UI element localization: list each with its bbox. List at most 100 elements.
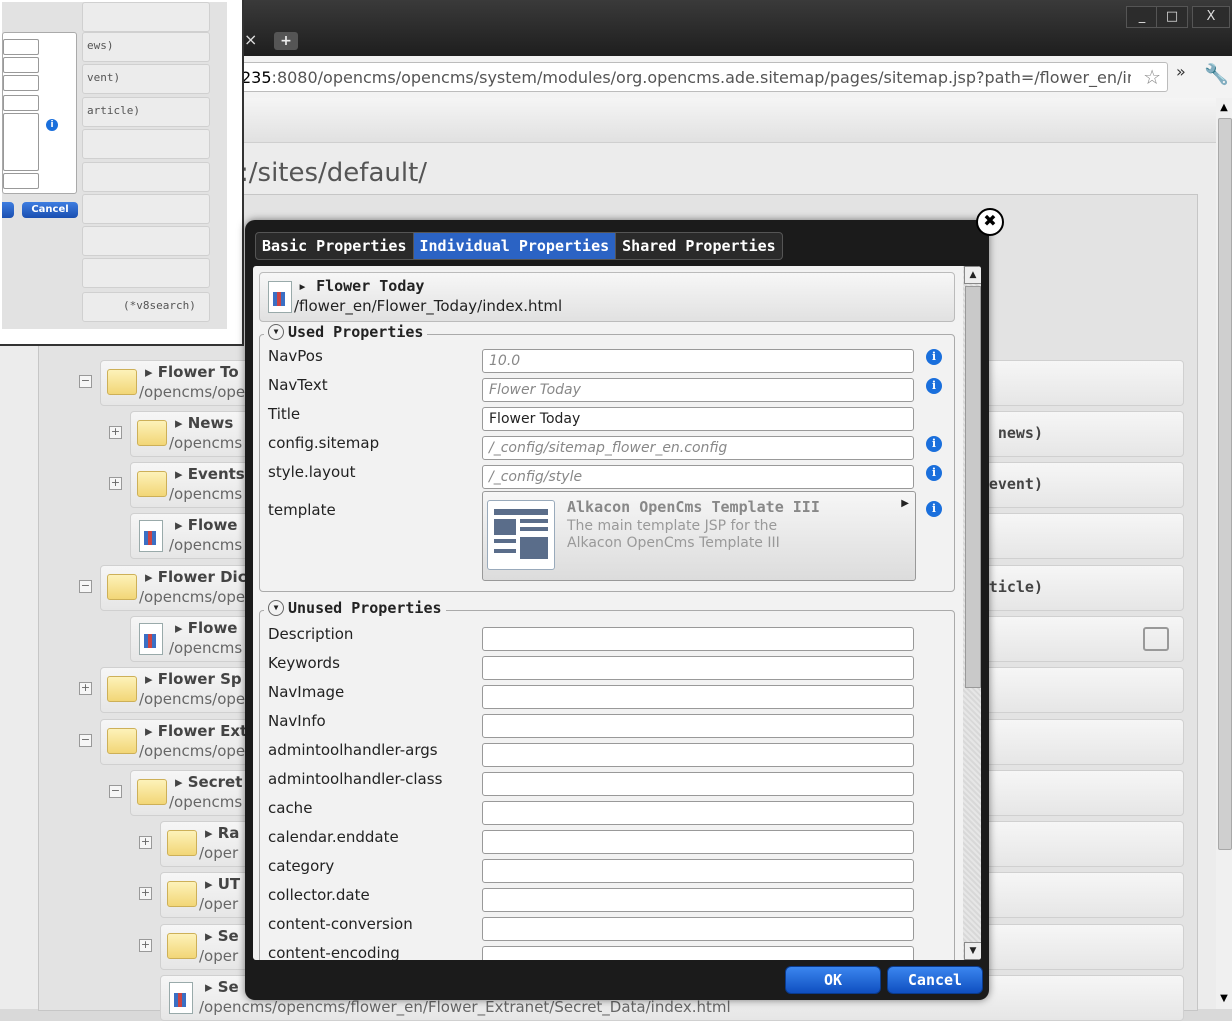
collapse-icon[interactable]: − [79, 734, 92, 747]
collapse-toggle-icon[interactable]: ▼ [268, 324, 284, 340]
sitemap-row-title[interactable]: ▸ Se [205, 927, 239, 945]
bg-input[interactable] [3, 75, 39, 91]
sitemap-row-title[interactable]: ▸ UT [205, 875, 240, 893]
folder-icon [107, 676, 137, 702]
prop-input[interactable] [482, 772, 914, 796]
sitemap-row-title[interactable]: ▸ Flower Sp [145, 670, 242, 688]
expand-icon[interactable]: + [109, 426, 122, 439]
sitemap-row-title[interactable]: ▸ Se [205, 978, 239, 996]
expand-icon[interactable]: + [139, 939, 152, 952]
prop-input[interactable] [482, 946, 914, 960]
prop-input[interactable] [482, 830, 914, 854]
expand-icon[interactable]: + [139, 887, 152, 900]
dialog-close-icon[interactable]: ✖ [976, 208, 1004, 236]
sitemap-row-title[interactable]: ▸ Flower Ext [145, 722, 247, 740]
scroll-up-icon[interactable]: ▲ [1216, 100, 1232, 116]
prop-input[interactable]: 10.0 [482, 349, 914, 373]
prop-input[interactable] [482, 627, 914, 651]
template-selector[interactable]: Alkacon OpenCms Template III The main te… [482, 491, 916, 581]
sitemap-row-title[interactable]: ▸ Flowe [175, 619, 237, 637]
tab-basic-properties[interactable]: Basic Properties [256, 233, 414, 259]
tab-close-icon[interactable]: × [244, 30, 257, 49]
info-icon[interactable]: i [926, 465, 942, 481]
resource-title[interactable]: ▸ Flower Today [298, 277, 424, 295]
collapse-icon[interactable]: − [79, 375, 92, 388]
prop-input[interactable] [482, 714, 914, 738]
sitemap-row-title[interactable]: ▸ Events [175, 465, 245, 483]
bookmark-star-icon[interactable]: ☆ [1143, 65, 1161, 89]
tab-shared-properties[interactable]: Shared Properties [616, 233, 782, 259]
prop-input[interactable] [482, 801, 914, 825]
prop-input[interactable] [482, 656, 914, 680]
page-scrollbar[interactable]: ▲ ▼ [1216, 98, 1232, 1009]
sitemap-row-title[interactable]: ▸ News [175, 414, 233, 432]
sitemap-row-title[interactable]: ▸ Secret [175, 773, 242, 791]
expand-icon[interactable]: + [79, 682, 92, 695]
minimize-button[interactable]: _ [1126, 6, 1158, 28]
sitemap-row-title[interactable]: ▸ Ra [205, 824, 239, 842]
bg-input[interactable] [3, 57, 39, 73]
info-icon[interactable]: i [46, 119, 58, 131]
comment-icon[interactable] [1143, 627, 1169, 651]
bg-input[interactable] [3, 39, 39, 55]
dialog-scrollbar[interactable]: ▲ ▼ [963, 266, 981, 960]
resource-path: /flower_en/Flower_Today/index.html [294, 297, 563, 315]
sitemap-row-title[interactable]: ▸ Flower Dic [145, 568, 247, 586]
window-close-button[interactable]: X [1192, 6, 1230, 28]
prop-input[interactable]: Flower Today [482, 407, 914, 431]
prop-label: Title [268, 405, 301, 423]
prop-input[interactable] [482, 743, 914, 767]
expand-icon[interactable]: + [139, 836, 152, 849]
scroll-thumb[interactable] [1218, 118, 1232, 850]
url-path: :8080/opencms/opencms/system/modules/org… [271, 68, 1131, 87]
prop-input[interactable]: /_config/style [482, 465, 914, 489]
prop-input[interactable] [482, 685, 914, 709]
scroll-down-icon[interactable]: ▼ [964, 942, 981, 960]
sitemap-row-title[interactable]: ▸ Flower To [145, 363, 239, 381]
prop-input[interactable] [482, 859, 914, 883]
used-properties-legend[interactable]: ▼ Used Properties [264, 323, 428, 341]
scroll-down-icon[interactable]: ▼ [1216, 991, 1232, 1007]
bg-row-label: vent) [87, 71, 121, 84]
cancel-button[interactable]: Cancel [887, 966, 983, 994]
bg-select[interactable] [3, 95, 39, 111]
wrench-icon[interactable]: 🔧 [1204, 62, 1229, 86]
prop-input[interactable]: Flower Today [482, 378, 914, 402]
folder-icon [137, 420, 167, 446]
info-icon[interactable]: i [926, 436, 942, 452]
prop-input[interactable] [482, 917, 914, 941]
prop-label: Description [268, 625, 354, 643]
bg-ok-button[interactable] [2, 202, 14, 218]
sitemap-row-path: /opencms/ope [139, 588, 246, 606]
collapse-icon[interactable]: − [79, 580, 92, 593]
bg-sitemap-row [82, 2, 210, 32]
sitemap-row-title[interactable]: ▸ Flowe [175, 516, 237, 534]
unused-properties-legend[interactable]: ▼ Unused Properties [264, 599, 446, 617]
dialog-tabs: Basic Properties Individual Properties S… [255, 232, 783, 260]
new-tab-button[interactable]: + [274, 32, 298, 50]
bg-sitemap-row [82, 162, 210, 192]
prop-input[interactable]: /_config/sitemap_flower_en.config [482, 436, 914, 460]
prop-input[interactable] [482, 888, 914, 912]
maximize-button[interactable]: □ [1156, 6, 1188, 28]
folder-icon [137, 471, 167, 497]
template-expand-arrow-icon[interactable]: ▶ [901, 498, 909, 509]
scroll-up-icon[interactable]: ▲ [964, 266, 981, 284]
more-bookmarks-icon[interactable]: » [1176, 62, 1186, 81]
bg-cancel-button[interactable]: Cancel [22, 202, 78, 218]
sitemap-row-type: news) [997, 424, 1043, 442]
prop-label: collector.date [268, 886, 370, 904]
bg-select[interactable] [3, 173, 39, 189]
info-icon[interactable]: i [926, 349, 942, 365]
expand-icon[interactable]: + [109, 477, 122, 490]
tab-individual-properties[interactable]: Individual Properties [413, 233, 617, 259]
info-icon[interactable]: i [926, 501, 942, 517]
prop-label: content-conversion [268, 915, 413, 933]
collapse-icon[interactable]: − [109, 785, 122, 798]
url-field[interactable]: 235:8080/opencms/opencms/system/modules/… [238, 62, 1168, 92]
ok-button[interactable]: OK [785, 966, 881, 994]
collapse-toggle-icon[interactable]: ▼ [268, 600, 284, 616]
bg-select[interactable] [3, 113, 39, 171]
dialog-scroll-thumb[interactable] [965, 286, 981, 688]
info-icon[interactable]: i [926, 378, 942, 394]
